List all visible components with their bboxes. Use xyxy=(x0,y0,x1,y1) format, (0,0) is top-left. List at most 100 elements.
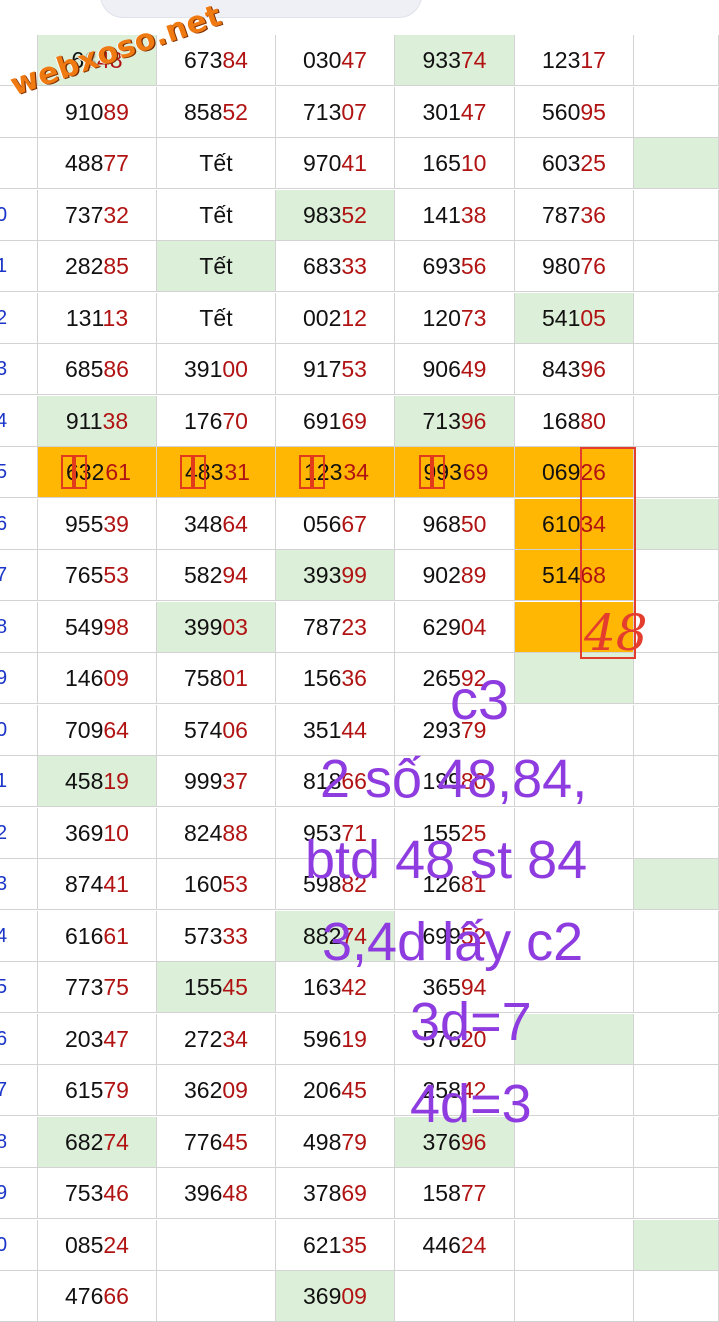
table-cell xyxy=(634,138,719,189)
cell-tail: 46 xyxy=(103,1180,129,1206)
cell-head: 446 xyxy=(422,1232,461,1258)
cell-head: 056 xyxy=(303,511,342,537)
cell-head: 787 xyxy=(303,614,342,640)
red-box-marker xyxy=(191,454,207,489)
cell-head: 560 xyxy=(542,99,581,125)
cell-head: Tết xyxy=(199,202,233,228)
cell-tail: 50 xyxy=(460,511,487,537)
table-cell xyxy=(515,1065,634,1116)
cell-tail: 53 xyxy=(341,356,367,382)
table-cell: Tết xyxy=(157,138,276,189)
table-cell: 37869 xyxy=(276,1168,395,1219)
table-cell: 97041 xyxy=(276,138,395,189)
table-cell-index xyxy=(0,1220,38,1271)
cell-head: 970 xyxy=(303,150,342,176)
table-cell: 78723 xyxy=(276,602,395,653)
cell-head: 917 xyxy=(303,356,342,382)
cell-head: 596 xyxy=(303,1026,342,1052)
cell-tail: 53 xyxy=(103,562,129,588)
table-cell: 78736 xyxy=(515,190,634,241)
cell-head: 541 xyxy=(542,305,581,331)
table-cell xyxy=(634,344,719,395)
table-cell-index xyxy=(0,344,38,395)
table-cell: 71307 xyxy=(276,87,395,138)
table-cell-index xyxy=(0,653,38,704)
table-cell: 49879 xyxy=(276,1117,395,1168)
table-cell: 14138 xyxy=(395,190,515,241)
table-cell-index xyxy=(0,190,38,241)
cell-tail: 39 xyxy=(103,511,129,537)
cell-head: Tết xyxy=(199,253,233,279)
cell-tail: 34 xyxy=(222,1026,248,1052)
table-cell: 28285 xyxy=(38,241,157,292)
cell-head: 765 xyxy=(65,562,104,588)
cell-tail: 03 xyxy=(222,614,248,640)
cell-tail: 35 xyxy=(341,1232,367,1258)
cell-head: 369 xyxy=(303,1283,342,1309)
cell-head: 753 xyxy=(65,1180,104,1206)
table-row: 48877 Tết 97041 16510 60325 xyxy=(0,138,719,189)
table-cell: 15636 xyxy=(276,653,395,704)
red-box-marker xyxy=(72,454,88,489)
cell-head: 693 xyxy=(422,253,461,279)
cell-tail: 61 xyxy=(105,459,131,485)
cell-head: 933 xyxy=(422,47,461,73)
table-cell: 61661 xyxy=(38,911,157,962)
cell-head: 348 xyxy=(184,511,223,537)
cell-tail: 45 xyxy=(222,1129,248,1155)
table-cell: 34864 xyxy=(157,499,276,550)
table-cell: 13113 xyxy=(38,293,157,344)
top-search-bar[interactable] xyxy=(100,0,422,18)
cell-head: 911 xyxy=(65,408,103,434)
cell-tail: 80 xyxy=(580,408,606,434)
table-cell: 56095 xyxy=(515,87,634,138)
cell-tail: 06 xyxy=(222,717,248,743)
cell-tail: 05 xyxy=(580,305,606,331)
cell-head: 955 xyxy=(65,511,104,537)
table-cell: Tết xyxy=(157,241,276,292)
table-cell xyxy=(515,1168,634,1219)
table-cell: 70964 xyxy=(38,705,157,756)
cell-head: 176 xyxy=(184,408,223,434)
table-cell xyxy=(634,808,719,859)
table-cell: Tết xyxy=(157,293,276,344)
cell-tail: 77 xyxy=(103,150,129,176)
table-cell: 75346 xyxy=(38,1168,157,1219)
cell-tail: 33 xyxy=(222,923,248,949)
cell-tail: 09 xyxy=(222,1077,248,1103)
annotation-line-4: 3,4d lấy c2 xyxy=(322,912,584,972)
cell-tail: 38 xyxy=(460,202,487,228)
cell-head: 351 xyxy=(303,717,342,743)
cell-tail: 19 xyxy=(103,768,129,794)
cell-tail: 95 xyxy=(580,99,606,125)
cell-tail: 94 xyxy=(222,562,248,588)
cell-head: 615 xyxy=(65,1077,104,1103)
cell-head: Tết xyxy=(199,305,233,331)
cell-head: 002 xyxy=(303,305,342,331)
table-cell: 45819 xyxy=(38,756,157,807)
table-cell: 91138 xyxy=(38,396,157,447)
cell-tail: 31 xyxy=(224,459,250,485)
table-row: 6 20347 27234 59619 57620 xyxy=(0,1014,719,1065)
cell-tail: 24 xyxy=(103,1232,129,1258)
annotation-line-6: 4d=3 xyxy=(410,1074,532,1134)
cell-head: 787 xyxy=(542,202,581,228)
table-cell: 85852 xyxy=(157,87,276,138)
cell-tail: 67 xyxy=(341,511,367,537)
table-cell: 99937 xyxy=(157,756,276,807)
table-cell xyxy=(634,1271,719,1322)
table-cell xyxy=(634,447,719,498)
cell-head: 910 xyxy=(65,99,104,125)
cell-tail: 01 xyxy=(222,665,248,691)
cell-tail: 37 xyxy=(222,768,248,794)
cell-head: 582 xyxy=(184,562,223,588)
table-cell-index xyxy=(0,911,38,962)
table-cell: 61579 xyxy=(38,1065,157,1116)
table-cell-index xyxy=(0,859,38,910)
cell-tail: 88 xyxy=(222,820,248,846)
table-cell: 00212 xyxy=(276,293,395,344)
cell-tail: 64 xyxy=(103,717,129,743)
cell-tail: 86 xyxy=(103,356,129,382)
table-cell: 16053 xyxy=(157,859,276,910)
table-cell: 15877 xyxy=(395,1168,515,1219)
